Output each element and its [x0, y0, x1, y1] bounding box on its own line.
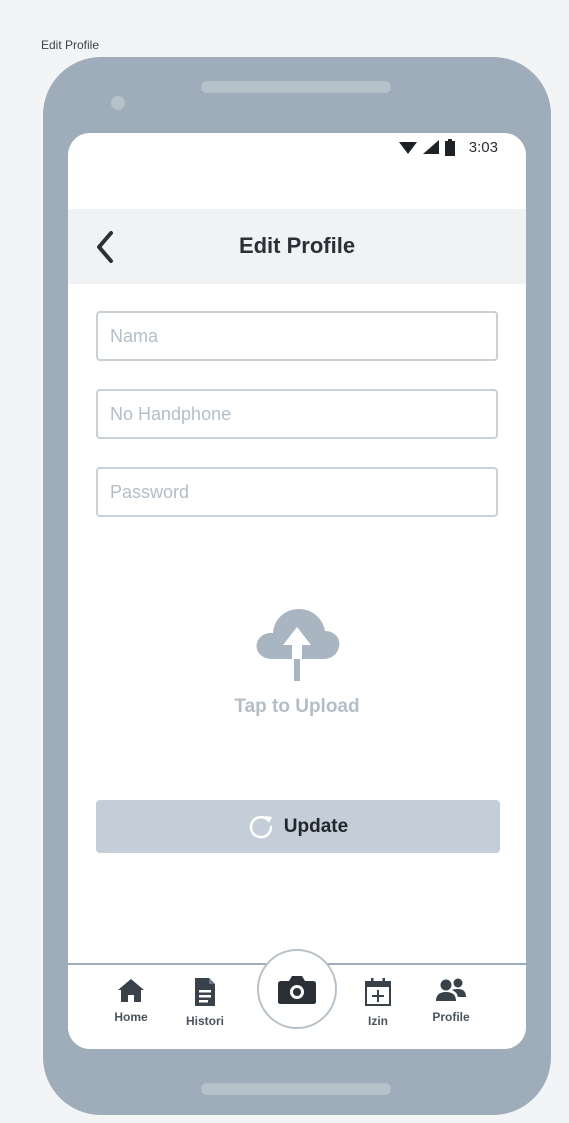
refresh-icon: [249, 815, 273, 838]
nav-izin[interactable]: Izin: [348, 977, 408, 1028]
phone-input[interactable]: [98, 391, 496, 437]
document-icon: [195, 978, 215, 1006]
app-header: Edit Profile: [68, 209, 526, 284]
nav-izin-label: Izin: [368, 1014, 388, 1028]
speaker-grille: [201, 81, 391, 93]
status-bar: 3:03: [68, 133, 526, 209]
calendar-add-icon: [365, 978, 391, 1006]
device-frame: 3:03 Edit Profile Tap t: [43, 57, 551, 1115]
nav-profile-label: Profile: [432, 1010, 470, 1024]
home-icon: [118, 979, 144, 1002]
update-button-label: Update: [283, 815, 349, 837]
nav-home[interactable]: Home: [101, 977, 161, 1024]
battery-icon: [444, 139, 455, 156]
page-title: Edit Profile: [238, 233, 356, 258]
frame-label: Edit Profile: [41, 38, 100, 52]
camera-button[interactable]: [257, 949, 337, 1029]
password-field[interactable]: [96, 467, 498, 517]
users-icon: [436, 978, 466, 1001]
nav-profile[interactable]: Profile: [421, 977, 481, 1024]
phone-field[interactable]: [96, 389, 498, 439]
status-time: 3:03: [468, 139, 498, 156]
upload-area[interactable]: Tap to Upload: [68, 603, 526, 718]
upload-label: Tap to Upload: [234, 696, 360, 717]
password-input[interactable]: [98, 469, 496, 515]
status-icons: 3:03: [398, 139, 498, 156]
camera-icon: [278, 976, 316, 1004]
nav-home-label: Home: [114, 1010, 148, 1024]
nav-histori-label: Histori: [185, 1014, 224, 1028]
home-indicator: [201, 1083, 391, 1095]
signal-icon: [422, 139, 439, 154]
name-input[interactable]: [98, 313, 496, 359]
name-field[interactable]: [96, 311, 498, 361]
update-button[interactable]: Update: [96, 800, 500, 853]
bottom-nav: Home Histori Izin Profile: [68, 949, 526, 1049]
wifi-icon: [398, 141, 417, 154]
camera-dot: [111, 96, 125, 110]
app-screen: 3:03 Edit Profile Tap t: [68, 133, 526, 1049]
nav-histori[interactable]: Histori: [175, 977, 235, 1028]
cloud-upload-icon: [256, 609, 340, 681]
